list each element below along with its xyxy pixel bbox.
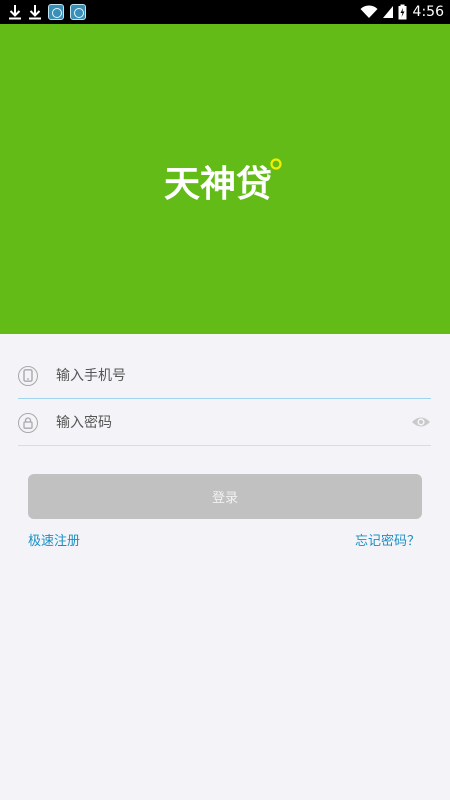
login-screen: 4:56 天神贷 输入手机号 登录 极速注册 忘记密码？	[0, 0, 450, 800]
password-input[interactable]	[56, 407, 356, 438]
phone-icon	[18, 365, 38, 386]
hero-banner: 天神贷	[0, 24, 450, 334]
lock-icon	[18, 412, 38, 433]
phone-input[interactable]	[56, 360, 356, 391]
forgot-password-link[interactable]: 忘记密码？	[355, 530, 420, 549]
phone-field	[18, 353, 431, 399]
status-bar: 4:56	[0, 0, 450, 24]
download-icon	[29, 5, 41, 20]
download-icon	[9, 5, 21, 20]
svg-text:天神贷: 天神贷	[164, 164, 272, 204]
app-icon	[48, 4, 64, 20]
eye-icon[interactable]	[411, 414, 431, 430]
app-icon	[70, 4, 86, 20]
battery-icon	[398, 4, 407, 20]
login-button[interactable]: 登录	[28, 474, 422, 519]
register-link[interactable]: 极速注册	[28, 530, 80, 549]
wifi-icon	[360, 5, 378, 18]
signal-icon	[382, 6, 393, 18]
app-logo: 天神贷	[164, 158, 282, 204]
status-time: 4:56	[412, 4, 444, 20]
password-field	[18, 400, 431, 446]
